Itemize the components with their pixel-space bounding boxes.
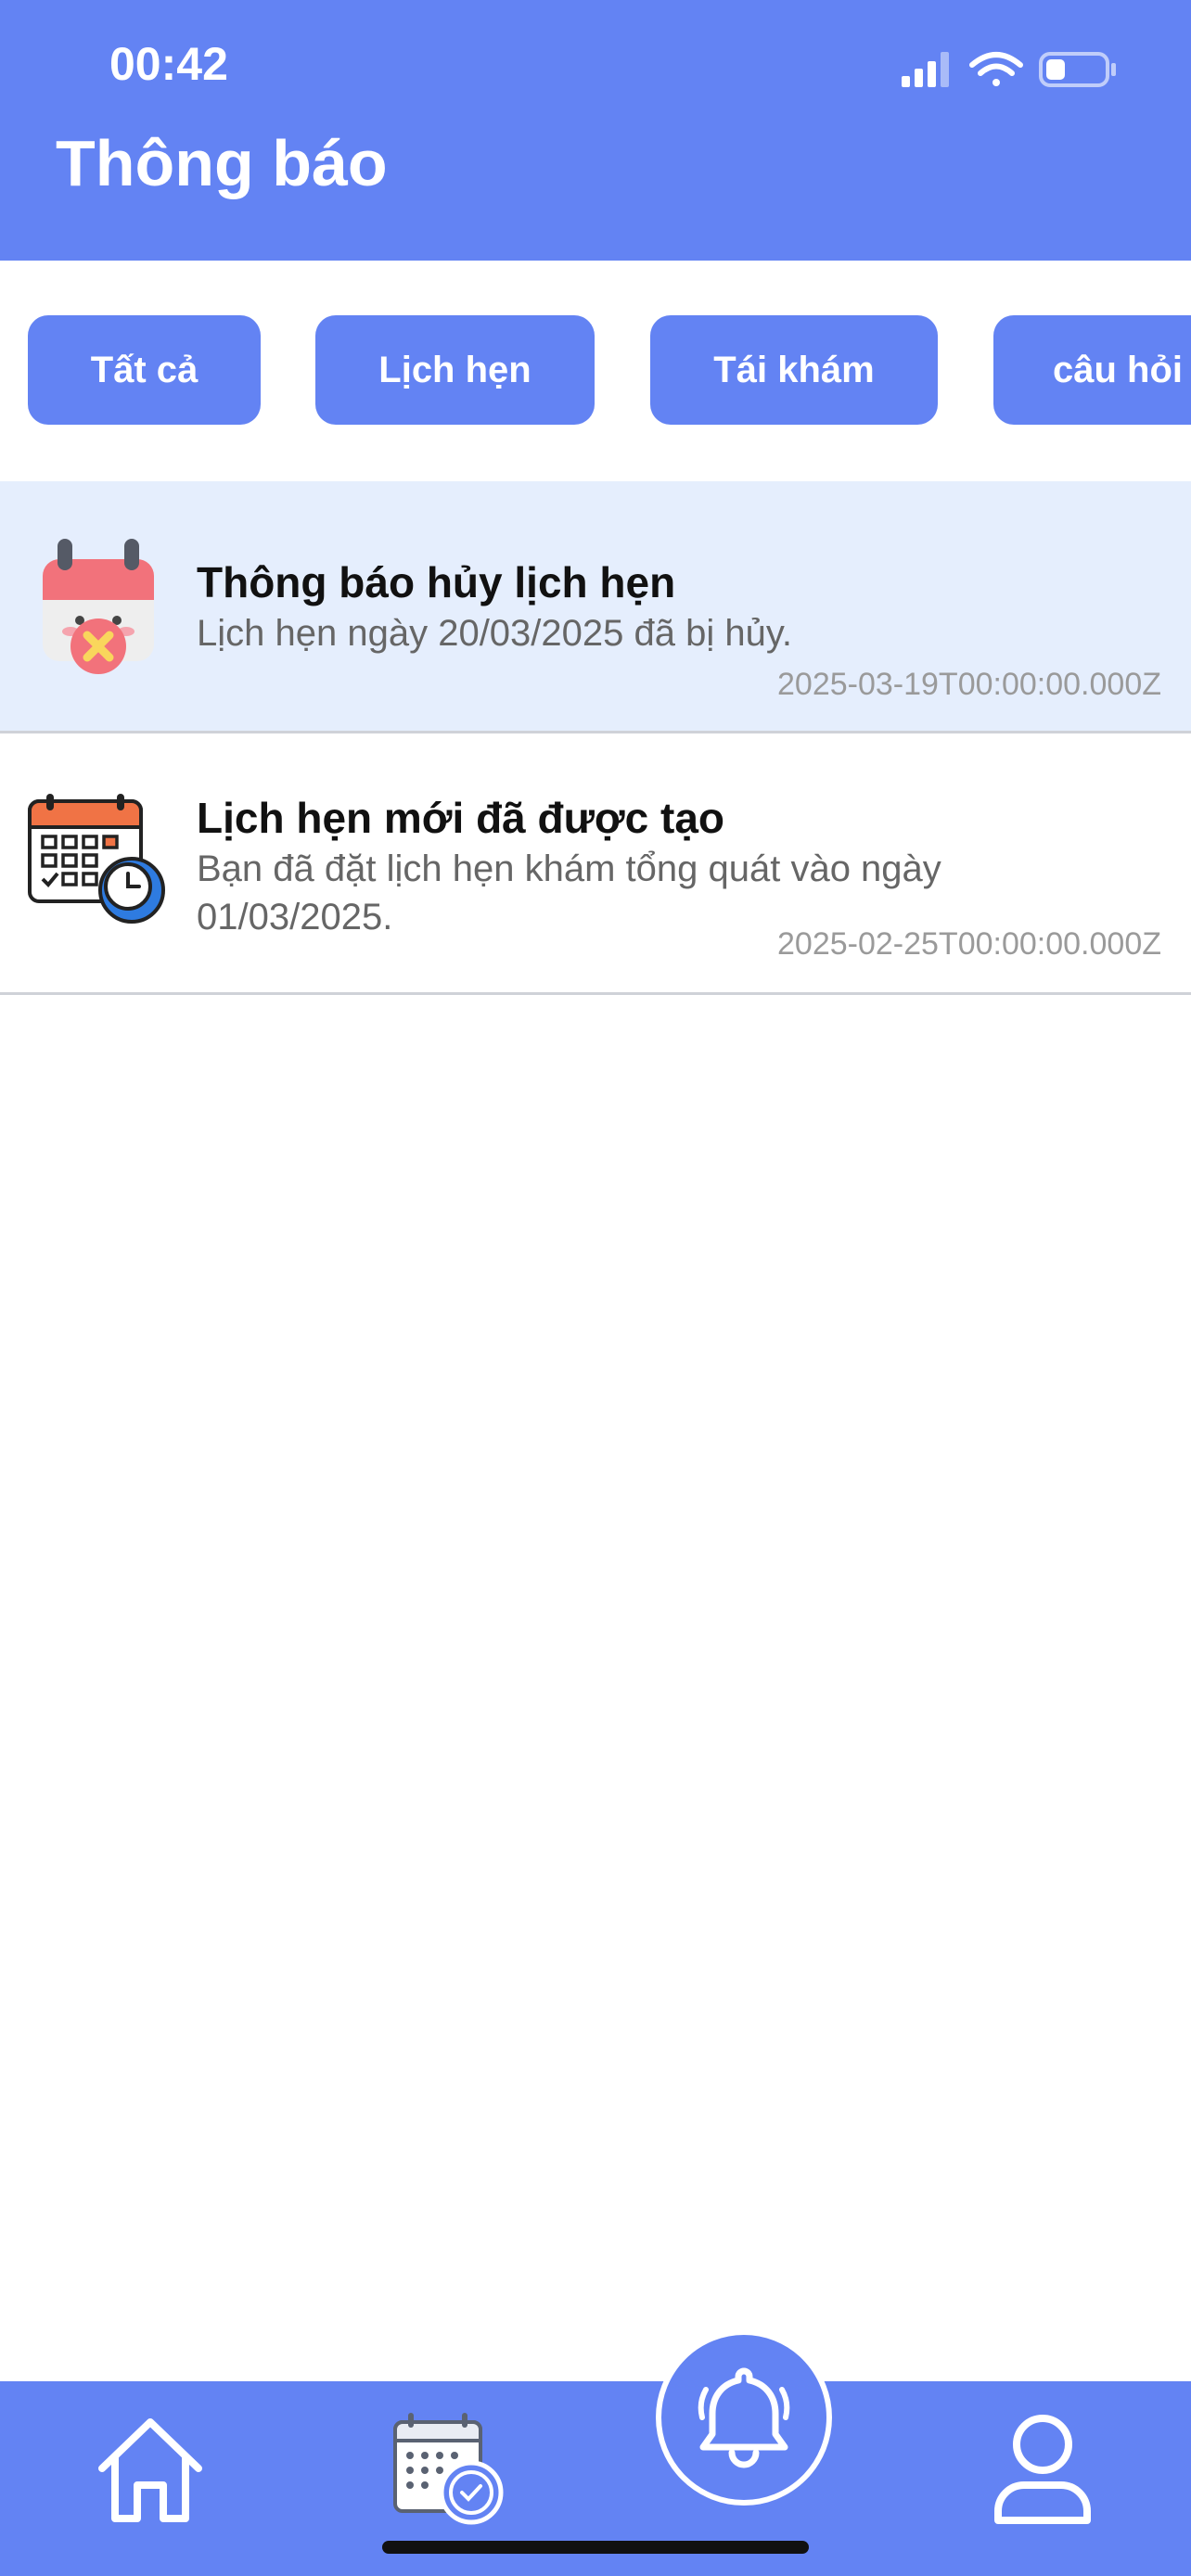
- notification-time: 2025-02-25T00:00:00.000Z: [777, 926, 1161, 962]
- status-icons: [902, 52, 1116, 87]
- filter-chips: Tất cả Lịch hẹn Tái khám câu hỏi: [0, 315, 1191, 425]
- notification-title: Thông báo hủy lịch hẹn: [197, 558, 676, 606]
- notification-item[interactable]: Lịch hẹn mới đã được tạo Bạn đã đặt lịch…: [0, 733, 1191, 995]
- bell-icon: [698, 2367, 790, 2468]
- status-time: 00:42: [109, 38, 228, 90]
- signal-icon: [902, 52, 949, 87]
- calendar-clock-icon: [28, 794, 165, 924]
- page-title: Thông báo: [56, 127, 388, 199]
- home-icon[interactable]: [91, 2411, 210, 2530]
- filter-chip-follow-up[interactable]: Tái khám: [650, 315, 938, 425]
- notification-time: 2025-03-19T00:00:00.000Z: [777, 667, 1161, 702]
- notification-item[interactable]: Thông báo hủy lịch hẹn Lịch hẹn ngày 20/…: [0, 481, 1191, 733]
- filter-chip-appointments[interactable]: Lịch hẹn: [315, 315, 595, 425]
- battery-icon: [1039, 52, 1116, 87]
- header: 00:42 Thông báo: [0, 0, 1191, 261]
- notification-title: Lịch hẹn mới đã được tạo: [197, 794, 725, 842]
- notification-body: Lịch hẹn ngày 20/03/2025 đã bị hủy.: [197, 613, 792, 654]
- notifications-tab-button[interactable]: [656, 2329, 832, 2506]
- home-indicator[interactable]: [382, 2541, 809, 2554]
- filter-chip-all[interactable]: Tất cả: [28, 315, 261, 425]
- calendar-clock-icon[interactable]: [390, 2411, 505, 2526]
- cancelled-calendar-icon: [43, 539, 154, 674]
- filter-chip-questions[interactable]: câu hỏi: [993, 315, 1191, 425]
- user-icon[interactable]: [985, 2409, 1100, 2528]
- wifi-icon: [969, 52, 1023, 86]
